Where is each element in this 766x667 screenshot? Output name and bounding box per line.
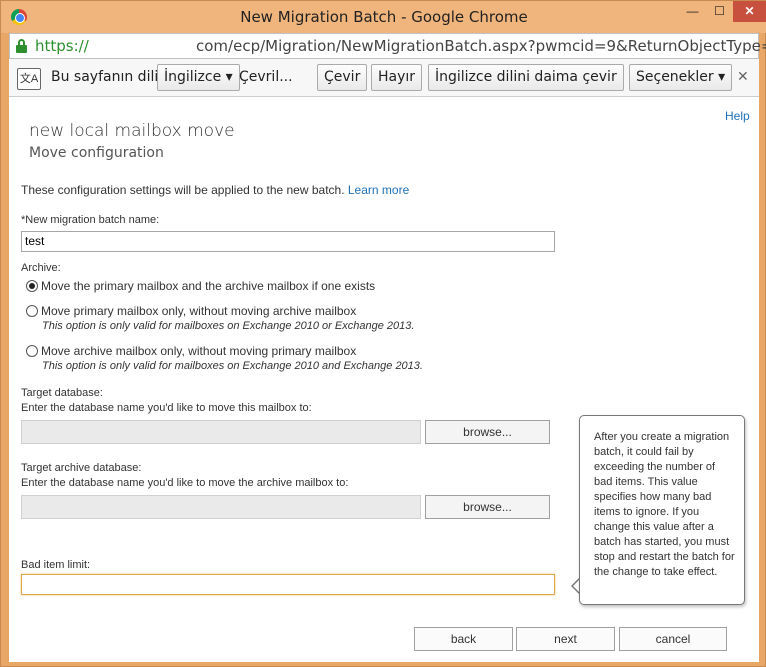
page-language-label: Bu sayfanın dili	[51, 69, 159, 85]
close-translate-bar-icon[interactable]: ✕	[737, 68, 749, 85]
lock-icon	[16, 39, 27, 53]
radio-button[interactable]	[26, 305, 38, 317]
target-archive-database-label: Target archive database:	[21, 462, 142, 474]
batch-name-label: *New migration batch name:	[21, 214, 160, 226]
archive-option-primary-only[interactable]: Move primary mailbox only, without movin…	[26, 304, 356, 318]
translating-label: Çevril...	[239, 69, 293, 85]
target-archive-database-input[interactable]	[21, 495, 421, 519]
options-button[interactable]: Seçenekler ▾	[629, 64, 733, 91]
target-database-hint: Enter the database name you'd like to mo…	[21, 402, 312, 414]
learn-more-link[interactable]: Learn more	[348, 183, 409, 197]
target-database-label: Target database:	[21, 387, 103, 399]
batch-name-input[interactable]: test	[21, 231, 555, 252]
browser-window: New Migration Batch - Google Chrome — ☐ …	[0, 0, 766, 667]
archive-option-note: This option is only valid for mailboxes …	[42, 320, 415, 332]
info-description: These configuration settings will be app…	[21, 183, 345, 197]
help-link[interactable]: Help	[725, 109, 750, 123]
maximize-button[interactable]: ☐	[706, 1, 733, 22]
title-bar: New Migration Batch - Google Chrome — ☐ …	[1, 1, 766, 33]
target-database-browse-button[interactable]: browse...	[425, 420, 550, 444]
archive-option-note: This option is only valid for mailboxes …	[42, 360, 423, 372]
back-button[interactable]: back	[414, 627, 513, 651]
page-subtitle: Move configuration	[29, 145, 164, 161]
archive-option-archive-only[interactable]: Move archive mailbox only, without movin…	[26, 344, 356, 358]
bad-item-limit-input[interactable]	[21, 574, 555, 595]
translate-icon: 文A	[17, 68, 41, 90]
radio-label: Move archive mailbox only, without movin…	[41, 344, 357, 358]
close-window-button[interactable]: ✕	[733, 1, 766, 22]
always-translate-button[interactable]: İngilizce dilini daima çevir	[428, 64, 624, 91]
archive-option-both[interactable]: Move the primary mailbox and the archive…	[26, 279, 375, 293]
radio-button[interactable]	[26, 280, 38, 292]
next-button[interactable]: next	[516, 627, 615, 651]
minimize-button[interactable]: —	[679, 1, 706, 22]
page-title: new local mailbox move	[29, 121, 235, 141]
radio-label: Move primary mailbox only, without movin…	[41, 304, 357, 318]
target-archive-database-hint: Enter the database name you'd like to mo…	[21, 477, 349, 489]
cancel-button[interactable]: cancel	[619, 627, 727, 651]
bad-item-limit-tooltip: After you create a migration batch, it c…	[579, 415, 745, 605]
info-text: These configuration settings will be app…	[21, 183, 409, 197]
radio-button[interactable]	[26, 345, 38, 357]
translate-bar: 文A Bu sayfanın dili İngilizce ▾ Çevril..…	[9, 59, 759, 97]
language-select[interactable]: İngilizce ▾	[157, 64, 240, 91]
radio-label: Move the primary mailbox and the archive…	[41, 279, 376, 293]
archive-label: Archive:	[21, 262, 61, 274]
window-title: New Migration Batch - Google Chrome	[240, 8, 528, 26]
target-database-input[interactable]	[21, 420, 421, 444]
translate-button[interactable]: Çevir	[317, 64, 368, 91]
address-bar[interactable]: https:// com/ecp/Migration/NewMigrationB…	[9, 33, 766, 59]
page-content: Help new local mailbox move Move configu…	[9, 97, 759, 662]
url-scheme: https://	[35, 37, 89, 55]
no-button[interactable]: Hayır	[371, 64, 423, 91]
target-archive-database-browse-button[interactable]: browse...	[425, 495, 550, 519]
bad-item-limit-label: Bad item limit:	[21, 559, 91, 571]
url-text: com/ecp/Migration/NewMigrationBatch.aspx…	[196, 37, 766, 55]
